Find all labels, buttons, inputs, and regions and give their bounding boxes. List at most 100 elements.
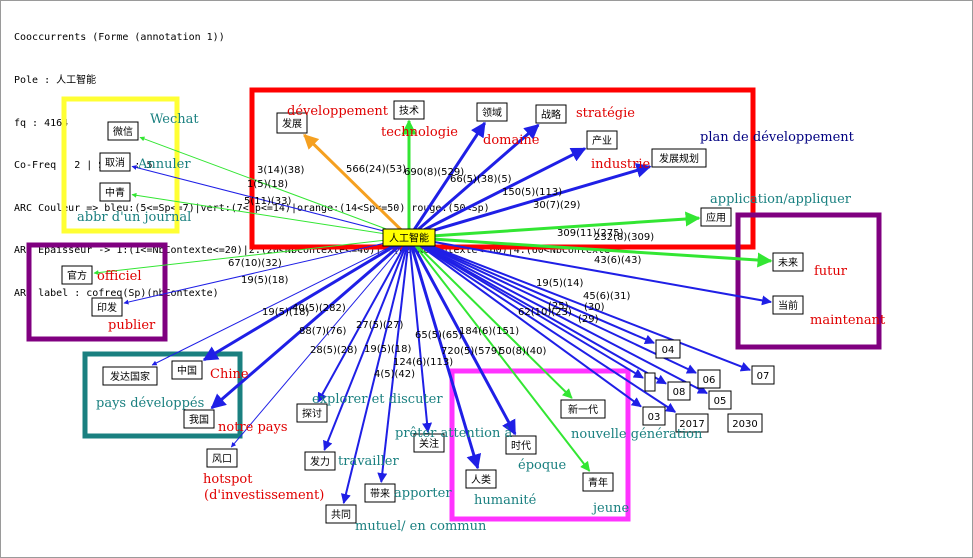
node-jishu[interactable]: 技术 [393,100,425,120]
node-label: 新一代 [568,403,598,416]
translation-publier: publier [108,318,156,333]
translation-annuler: Annuler [137,157,191,172]
edge-label-guanfang: 67(10)(32) [228,258,282,269]
node-yinfa[interactable]: 印发 [91,297,123,317]
translation-explorer: explorer et discuter [312,392,443,407]
node-lingyu[interactable]: 领域 [476,102,508,122]
edge-label-06: (25) [548,301,569,312]
node-zhanlue[interactable]: 战略 [535,104,567,124]
node-07[interactable]: 07 [751,365,775,385]
node-weilai[interactable]: 未来 [772,252,804,272]
translation-technologie: technologie [381,125,458,140]
node-label: 微信 [113,125,133,138]
node-label: 领域 [482,106,502,119]
node-08[interactable]: 08 [667,381,691,401]
edge-label-zhongguo: 40(5)(282) [292,303,346,314]
edge-label-guanzhu: 124(6)(113) [393,357,453,368]
edge-labels: 566(24)(53)690(8)(529)66(5)(38)(5)150(5)… [228,164,654,380]
translation-futur: futur [814,264,848,279]
node-weixin[interactable]: 微信 [107,121,139,141]
node-woguo[interactable]: 我国 [183,409,215,429]
node-label: 04 [662,345,675,356]
node-chanye[interactable]: 产业 [586,130,618,150]
translation-jeune: jeune [591,501,629,516]
node-label: 战略 [541,108,561,121]
edge-label-zhongqi: 5(11)(33) [244,196,292,207]
node-label: 07 [757,371,770,382]
node-label: 08 [673,387,686,398]
translation-apporter: apporter [394,486,452,501]
edge-fazhan [303,133,411,239]
node-label: 取消 [105,156,125,169]
translation-strategie: stratégie [576,106,635,121]
node-label: 时代 [511,440,531,452]
node-label: 印发 [97,301,117,314]
translation-maintenant: maintenant [810,313,886,328]
edge-label-zhanlue: 66(5)(38)(5) [450,174,512,185]
translation-pays: pays développés [96,396,204,411]
node-05[interactable]: 05 [708,390,732,410]
node-dangqian[interactable]: 当前 [772,295,804,315]
node-blank[interactable] [644,372,656,392]
translation-hotspot: hotspot [203,472,253,487]
node-06[interactable]: 06 [697,369,721,389]
edge-yingyong [408,211,701,239]
node-label: 发达国家 [110,370,150,383]
node-zhongqi[interactable]: 中青 [99,182,131,202]
edge-label-weilai: 232(8)(309) [594,232,654,243]
node-guanfang[interactable]: 官方 [61,265,93,285]
node-label: 技术 [399,104,419,117]
node-label: 发展规划 [659,152,699,165]
node-label: 中国 [177,364,197,377]
node-label: 当前 [778,299,798,312]
edge-label-dangqian: 43(6)(43) [594,255,642,266]
edge-label-05: (29) [578,314,599,325]
node-xinyidai[interactable]: 新一代 [560,399,606,419]
node-quxiao[interactable]: 取消 [99,152,131,172]
node-label: 应用 [706,211,726,224]
node-zhongguo[interactable]: 中国 [171,360,203,380]
node-fali[interactable]: 发力 [304,451,336,471]
translation-preter: prêter attention à [395,426,512,441]
edge-label-04: 19(5)(14) [536,278,584,289]
node-label: 共同 [331,509,351,521]
node-gongtong[interactable]: 共同 [325,504,357,524]
translation-wechat: Wechat [150,112,199,127]
edge-label-blank: 45(6)(31) [583,291,631,302]
node-03[interactable]: 03 [642,406,666,426]
node-yingyong[interactable]: 应用 [700,207,732,227]
edge-label-daile: 4(5)(42) [374,369,415,380]
translation-developpement: développement [287,104,389,119]
pole-label: 人工智能 [389,232,429,245]
node-label: 探讨 [302,407,322,420]
translation-domaine: domaine [483,133,540,148]
edge-label-xinyidai: 184(6)(151) [459,326,519,337]
edge-label-yinfa: 19(5)(18) [241,275,289,286]
edge-label-jishu: 566(24)(53) [346,164,406,175]
node-guihua[interactable]: 发展规划 [651,148,707,168]
node-label: 带来 [370,488,390,500]
translation-humanite: humanité [474,493,537,508]
node-fada[interactable]: 发达国家 [102,366,158,386]
node-2030[interactable]: 2030 [727,413,763,433]
translation-travailler: travailler [338,454,399,469]
translation-mutuel: mutuel/ en commun [355,519,487,534]
translation-plan: plan de développement [700,130,855,145]
node-fengkou[interactable]: 风口 [206,448,238,468]
edge-label-qingnian: 50(8)(40) [499,346,547,357]
node-qingnian[interactable]: 青年 [582,472,614,492]
translation-chine: Chine [210,367,249,382]
group-frames [26,87,882,522]
node-label: 青年 [588,476,608,489]
pole-node[interactable]: 人工智能 [382,228,436,247]
translation-nouvelle: nouvelle génération [571,427,703,442]
edge-label-fali: 27(5)(27) [356,320,404,331]
translation-abbr: abbr d'un journal [77,210,191,225]
node-daile[interactable]: 带来 [364,483,396,503]
cooccurrence-graph: 566(24)(53)690(8)(529)66(5)(38)(5)150(5)… [26,87,886,534]
translation-notre: notre pays [218,420,288,435]
node-renlei[interactable]: 人类 [465,469,497,489]
node-label: 06 [703,375,716,386]
node-04[interactable]: 04 [655,339,681,359]
node-label: 产业 [592,134,612,147]
